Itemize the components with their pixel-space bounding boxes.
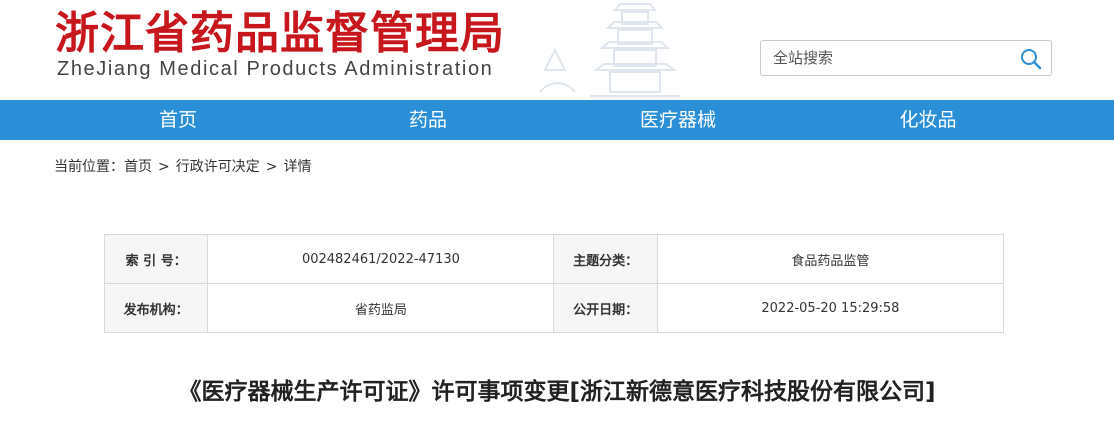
document-info-table: 索 引 号： 002482461/2022-47130 主题分类： 食品药品监管… <box>103 234 1005 333</box>
breadcrumb-separator: > <box>265 159 278 175</box>
main-nav: 首页 药品 医疗器械 化妆品 <box>0 100 1114 140</box>
breadcrumb-current: 详情 <box>283 159 312 175</box>
index-number-value: 002482461/2022-47130 <box>207 234 555 284</box>
breadcrumb: 当前位置：首页 > 行政许可决定 > 详情 <box>54 156 311 176</box>
breadcrumb-admin-license[interactable]: 行政许可决定 <box>176 156 260 176</box>
breadcrumb-separator: > <box>158 159 170 175</box>
table-row: 索 引 号： 002482461/2022-47130 主题分类： 食品药品监管 <box>103 234 1005 284</box>
document-title: 《医疗器械生产许可证》许可事项变更[浙江新德意医疗科技股份有限公司] <box>178 379 936 405</box>
breadcrumb-prefix: 当前位置： <box>54 159 124 175</box>
publish-date-value: 2022-05-20 15:29:58 <box>656 283 1005 333</box>
nav-item-medical-devices[interactable]: 医疗器械 <box>608 100 748 140</box>
search-icon[interactable] <box>1019 47 1043 71</box>
breadcrumb-home[interactable]: 首页 <box>124 156 152 176</box>
topic-category-label: 主题分类： <box>553 234 658 284</box>
site-title[interactable]: 浙江省药品监督管理局 <box>55 8 505 60</box>
publisher-label: 发布机构： <box>103 283 209 333</box>
table-row: 发布机构： 省药监局 公开日期： 2022-05-20 15:29:58 <box>103 283 1005 333</box>
site-subtitle: ZheJiang Medical Products Administration <box>57 58 494 80</box>
nav-item-home[interactable]: 首页 <box>108 100 248 140</box>
publish-date-label: 公开日期： <box>553 283 658 333</box>
pagoda-watermark-icon <box>539 3 680 97</box>
nav-item-drugs[interactable]: 药品 <box>358 100 498 140</box>
search-box <box>760 40 1052 76</box>
search-input[interactable] <box>761 41 1011 75</box>
site-header: 浙江省药品监督管理局 ZheJiang Medical Products Adm… <box>0 0 1114 100</box>
topic-category-value: 食品药品监管 <box>656 234 1005 284</box>
nav-item-cosmetics[interactable]: 化妆品 <box>858 100 998 140</box>
index-number-label: 索 引 号： <box>103 234 209 284</box>
publisher-value: 省药监局 <box>207 283 555 333</box>
